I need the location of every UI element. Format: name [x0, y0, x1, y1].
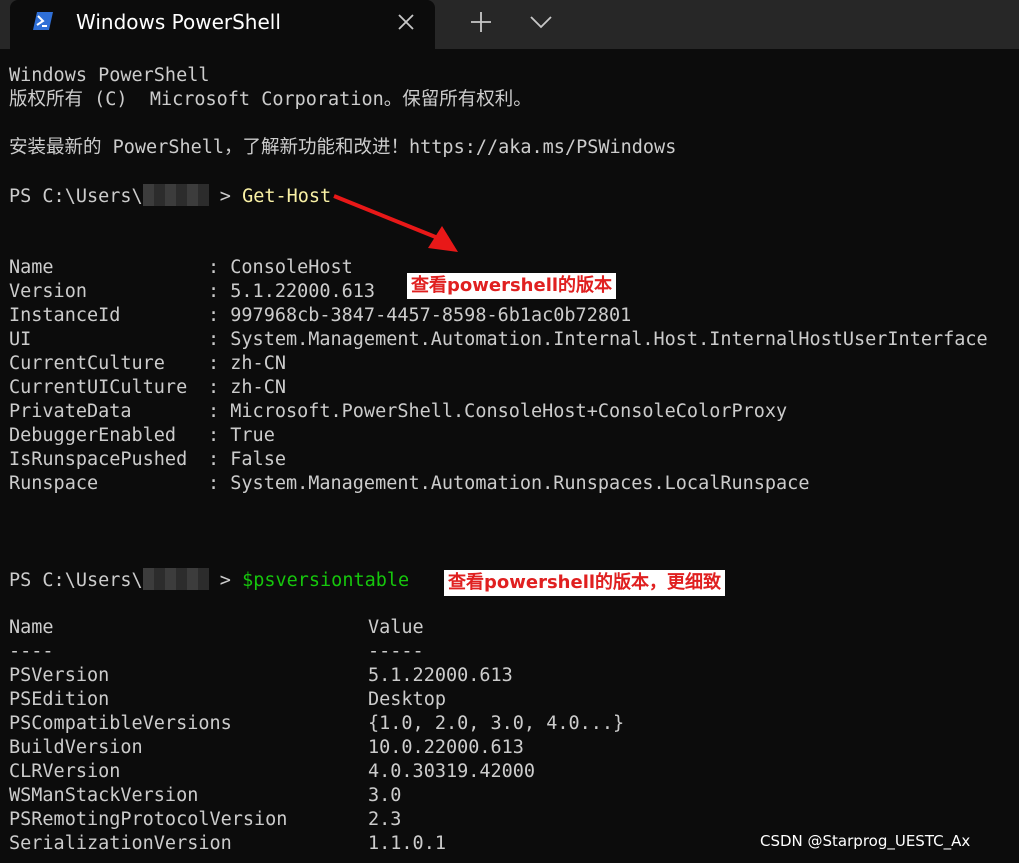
psversion-value: 1.1.0.1: [368, 833, 446, 854]
gethost-key: InstanceId: [9, 305, 121, 326]
prompt-caret: >: [208, 570, 243, 591]
gethost-value: : False: [208, 449, 286, 470]
psversion-key: SerializationVersion: [9, 833, 232, 854]
table-rule-value: -----: [368, 641, 424, 662]
redacted-username: [142, 184, 209, 206]
psversion-key: PSRemotingProtocolVersion: [9, 809, 288, 830]
psversion-value: {1.0, 2.0, 3.0, 4.0...}: [368, 713, 625, 734]
psversion-key: CLRVersion: [9, 761, 121, 782]
psversion-key: PSEdition: [9, 689, 110, 710]
command-get-host: Get-Host: [242, 186, 332, 207]
gethost-value: : 997968cb-3847-4457-8598-6b1ac0b72801: [208, 305, 632, 326]
terminal-output[interactable]: Windows PowerShell 版权所有 (C) Microsoft Co…: [0, 0, 1019, 863]
gethost-value: : zh-CN: [208, 353, 286, 374]
psversion-value: 5.1.22000.613: [368, 665, 513, 686]
table-rule-name: ----: [9, 641, 54, 662]
gethost-value: : True: [208, 425, 275, 446]
gethost-key: CurrentCulture: [9, 353, 165, 374]
install-hint-line: 安装最新的 PowerShell，了解新功能和改进！https://aka.ms…: [9, 137, 677, 158]
psversion-value: 2.3: [368, 809, 402, 830]
psversion-value: Desktop: [368, 689, 446, 710]
redacted-username: [142, 568, 209, 590]
psversion-key: PSVersion: [9, 665, 110, 686]
gethost-value: : System.Management.Automation.Internal.…: [208, 329, 988, 350]
prompt-line-2: PS C:\Users\ > $psversiontable: [9, 568, 409, 592]
watermark: CSDN @Starprog_UESTC_Ax: [760, 832, 971, 850]
gethost-value: : 5.1.22000.613: [208, 281, 376, 302]
gethost-value: : Microsoft.PowerShell.ConsoleHost+Conso…: [208, 401, 788, 422]
prompt-path: PS C:\Users\: [9, 186, 143, 207]
table-header-value: Value: [368, 617, 424, 638]
psversion-value: 3.0: [368, 785, 402, 806]
copyright-line: 版权所有 (C) Microsoft Corporation。保留所有权利。: [9, 89, 532, 110]
gethost-key: PrivateData: [9, 401, 132, 422]
prompt-path: PS C:\Users\: [9, 570, 143, 591]
table-header-name: Name: [9, 617, 54, 638]
gethost-key: Version: [9, 281, 87, 302]
gethost-key: CurrentUICulture: [9, 377, 188, 398]
gethost-key: Name: [9, 257, 54, 278]
gethost-value: : System.Management.Automation.Runspaces…: [208, 473, 810, 494]
psversion-key: BuildVersion: [9, 737, 143, 758]
annotation-arrow: [333, 194, 458, 252]
gethost-value: : zh-CN: [208, 377, 286, 398]
command-psversiontable: $psversiontable: [242, 570, 410, 591]
psversion-key: WSManStackVersion: [9, 785, 199, 806]
banner-line: Windows PowerShell: [9, 65, 210, 86]
annotation-label-2: 查看powershell的版本，更细致: [444, 570, 726, 596]
prompt-caret: >: [208, 186, 243, 207]
annotation-label-1: 查看powershell的版本: [407, 273, 617, 299]
psversion-key: PSCompatibleVersions: [9, 713, 232, 734]
psversion-value: 4.0.30319.42000: [368, 761, 536, 782]
gethost-key: Runspace: [9, 473, 99, 494]
gethost-key: DebuggerEnabled: [9, 425, 177, 446]
gethost-key: UI: [9, 329, 32, 350]
gethost-key: IsRunspacePushed: [9, 449, 188, 470]
psversion-value: 10.0.22000.613: [368, 737, 524, 758]
prompt-line-1: PS C:\Users\ > Get-Host: [9, 184, 331, 208]
